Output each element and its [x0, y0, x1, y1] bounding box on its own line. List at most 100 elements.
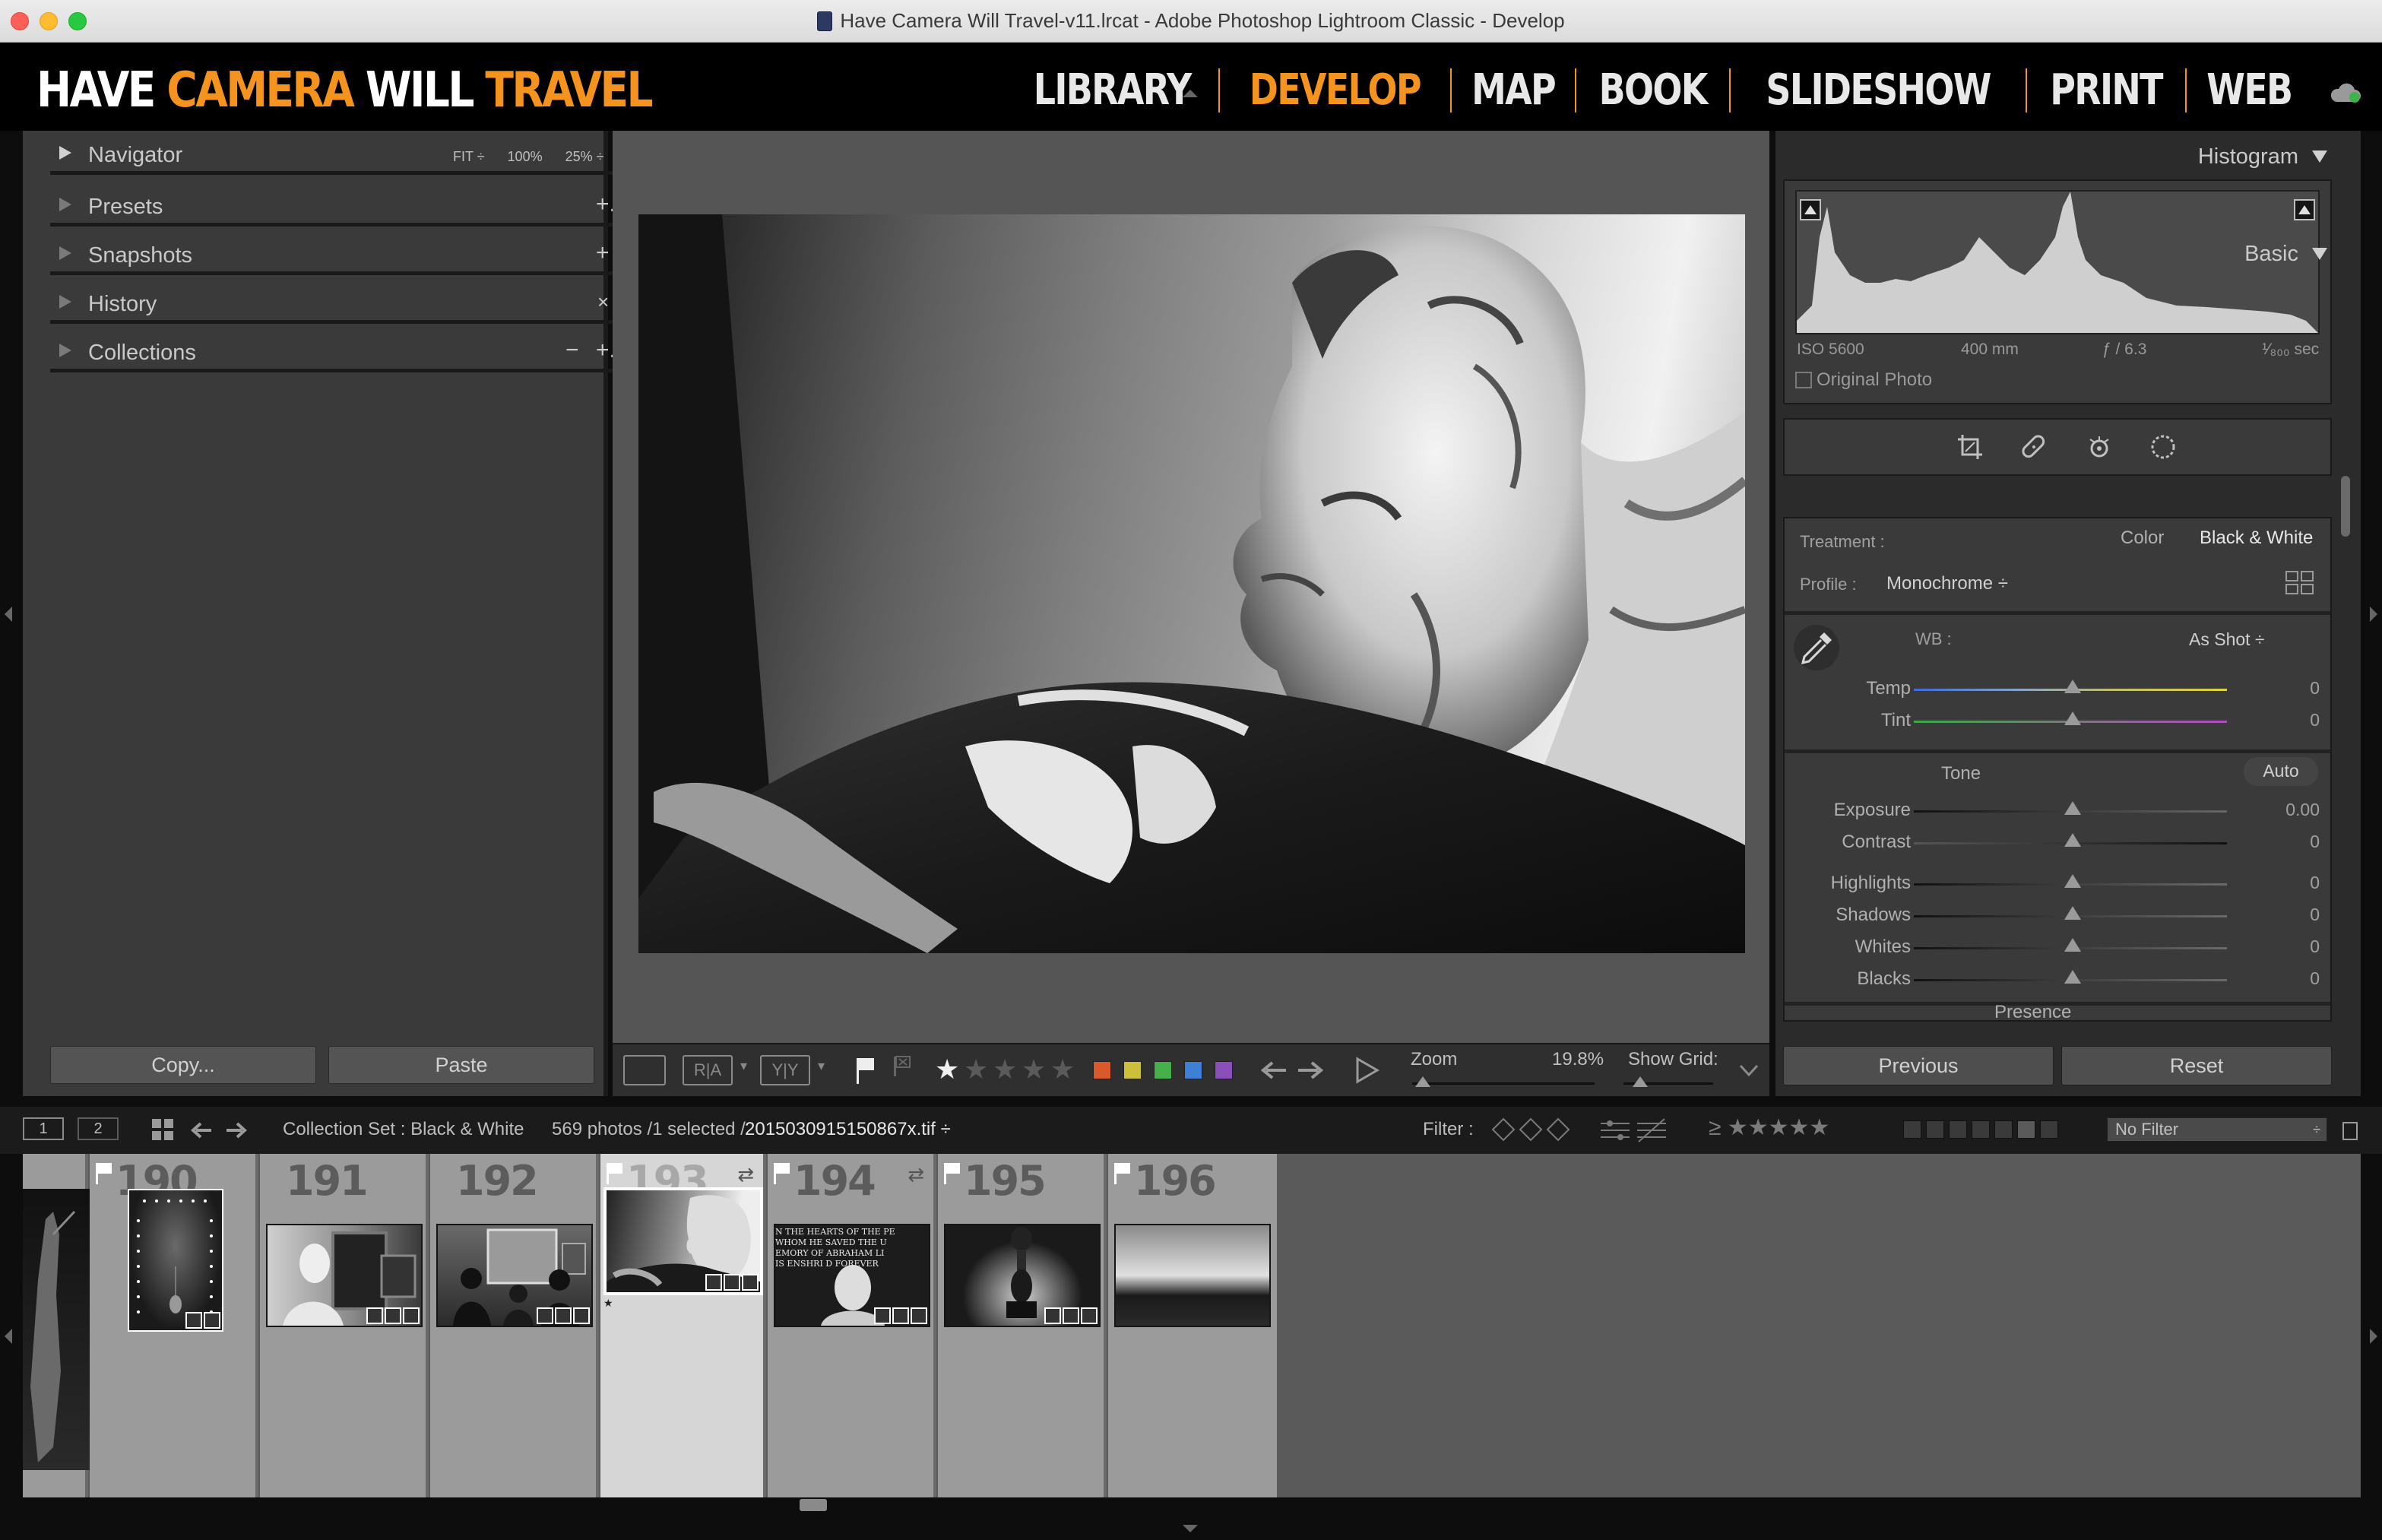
filmstrip-forward-arrow-icon[interactable]: [225, 1120, 248, 1140]
highlights-slider-thumb[interactable]: [2064, 874, 2081, 888]
highlights-slider[interactable]: [1914, 874, 2227, 888]
flag-icon[interactable]: [96, 1163, 112, 1184]
color-filter-red[interactable]: [1903, 1120, 1921, 1139]
snapshots-header[interactable]: Snapshots +: [50, 231, 626, 275]
color-label-red[interactable]: [1093, 1061, 1111, 1079]
highlights-value[interactable]: 0: [2310, 873, 2320, 893]
original-photo-toggle[interactable]: Original Photo: [1795, 369, 1932, 391]
temp-value[interactable]: 0: [2310, 678, 2320, 699]
filmstrip-cell[interactable]: 194 ⇄ N THE HEARTS OF THE PE WHOM HE SAV…: [768, 1154, 936, 1497]
filter-preset-select[interactable]: No Filter ÷: [2107, 1117, 2327, 1142]
white-balance-eyedropper-icon[interactable]: [1792, 623, 1841, 672]
module-develop[interactable]: DEVELOP: [1246, 65, 1423, 115]
presets-header[interactable]: Presets +.: [50, 182, 626, 227]
zoom-slider[interactable]: [1412, 1076, 1595, 1087]
module-book[interactable]: BOOK: [1596, 65, 1709, 115]
module-library[interactable]: LIBRARY: [1031, 65, 1193, 115]
color-filter-custom[interactable]: [2017, 1120, 2035, 1139]
zoom-slider-thumb[interactable]: [1415, 1076, 1431, 1087]
thumbnail[interactable]: [944, 1224, 1101, 1327]
navigator-header[interactable]: Navigator FIT ÷ 100% 25% ÷: [50, 131, 626, 175]
histogram-collapse-icon[interactable]: [2312, 151, 2327, 163]
tint-slider-thumb[interactable]: [2064, 711, 2081, 725]
color-label-yellow[interactable]: [1123, 1061, 1142, 1079]
thumbnail[interactable]: N THE HEARTS OF THE PE WHOM HE SAVED THE…: [774, 1224, 930, 1327]
filmstrip-cell[interactable]: 195: [938, 1154, 1107, 1497]
exposure-slider[interactable]: [1914, 801, 2227, 815]
rating-star-2[interactable]: ★: [964, 1054, 988, 1085]
reject-flag-icon[interactable]: [892, 1055, 912, 1078]
filmstrip-cell[interactable]: 191: [260, 1154, 429, 1497]
grid-slider-thumb[interactable]: [1633, 1076, 1648, 1087]
blacks-value[interactable]: 0: [2310, 968, 2320, 989]
basic-collapse-icon[interactable]: [2312, 248, 2327, 260]
rating-star-5[interactable]: ★: [1050, 1054, 1075, 1085]
module-slideshow[interactable]: SLIDESHOW: [1763, 65, 1993, 115]
filter-lock-icon[interactable]: [2342, 1122, 2358, 1140]
filmstrip-left-arrow-icon[interactable]: [5, 1329, 12, 1344]
secondary-window-button[interactable]: 2: [78, 1117, 119, 1140]
copy-button[interactable]: Copy...: [50, 1046, 316, 1084]
exposure-value[interactable]: 0.00: [2285, 800, 2320, 820]
flag-filter-icons[interactable]: [1490, 1116, 1573, 1143]
next-photo-arrow-icon[interactable]: [1297, 1060, 1324, 1081]
collections-header[interactable]: Collections − +.: [50, 328, 626, 372]
rating-star-3[interactable]: ★: [993, 1054, 1017, 1085]
module-map[interactable]: MAP: [1468, 65, 1557, 115]
flag-icon[interactable]: [1114, 1163, 1131, 1184]
color-label-green[interactable]: [1154, 1061, 1172, 1079]
highlight-clipping-icon[interactable]: [2294, 199, 2315, 220]
lincoln-statue-photo[interactable]: [638, 214, 1745, 953]
filmstrip-right-arrow-icon[interactable]: [2370, 1329, 2377, 1344]
reset-button[interactable]: Reset: [2061, 1046, 2332, 1085]
blacks-slider-thumb[interactable]: [2064, 970, 2081, 984]
selected-filename[interactable]: 2015030915150867x.tif ÷: [745, 1119, 951, 1140]
thumbnail[interactable]: [436, 1224, 593, 1327]
original-photo-checkbox[interactable]: [1795, 372, 1812, 388]
previous-photo-arrow-icon[interactable]: [1260, 1060, 1288, 1081]
color-label-purple[interactable]: [1215, 1061, 1233, 1079]
wb-select[interactable]: As Shot ÷: [2189, 629, 2265, 650]
profile-select[interactable]: Monochrome ÷: [1886, 573, 2008, 594]
toolbar-menu-chevron-icon[interactable]: [1739, 1064, 1759, 1076]
grid-view-icon[interactable]: [150, 1117, 175, 1142]
history-header[interactable]: History ×: [50, 280, 626, 324]
filmstrip-cell[interactable]: 192: [430, 1154, 599, 1497]
navigator-fit-option[interactable]: FIT ÷: [453, 149, 485, 165]
flag-icon[interactable]: [944, 1163, 961, 1184]
play-slideshow-icon[interactable]: [1354, 1057, 1380, 1084]
whites-value[interactable]: 0: [2310, 936, 2320, 957]
shadow-clipping-icon[interactable]: [1800, 199, 1821, 220]
whites-slider-thumb[interactable]: [2064, 938, 2081, 952]
shadows-value[interactable]: 0: [2310, 905, 2320, 925]
thumbnail[interactable]: [266, 1224, 423, 1327]
filmstrip-cell-partial[interactable]: [23, 1154, 103, 1497]
thumbnail[interactable]: [603, 1187, 763, 1295]
crop-tool-icon[interactable]: [1956, 433, 1984, 461]
healing-tool-icon[interactable]: [2020, 433, 2048, 461]
edit-filter-icons[interactable]: [1599, 1117, 1668, 1143]
rating-star-4[interactable]: ★: [1022, 1054, 1046, 1085]
masking-tool-icon[interactable]: [2148, 433, 2178, 461]
previous-settings-button[interactable]: Previous: [1783, 1046, 2054, 1085]
flag-icon[interactable]: [607, 1163, 623, 1184]
color-filter-none[interactable]: [2040, 1120, 2058, 1139]
filmstrip-cell[interactable]: 190: [90, 1154, 258, 1497]
collapse-filmstrip-icon[interactable]: [1183, 1525, 1198, 1532]
histogram-graph[interactable]: [1795, 190, 2320, 334]
tint-value[interactable]: 0: [2310, 710, 2320, 730]
flag-icon[interactable]: [774, 1163, 790, 1184]
filmstrip-cell-selected[interactable]: 193 ⇄ ★: [600, 1154, 766, 1497]
grid-slider[interactable]: [1623, 1076, 1713, 1087]
color-filter-yellow[interactable]: [1926, 1120, 1944, 1139]
before-after-menu-icon[interactable]: ▾: [740, 1058, 747, 1074]
profile-browser-grid-icon[interactable]: [2285, 570, 2315, 596]
thumbnail[interactable]: [128, 1189, 223, 1332]
color-filter-green[interactable]: [1949, 1120, 1967, 1139]
rating-filter[interactable]: ≥ ★★★★★: [1709, 1114, 1829, 1141]
right-panel-scrollbar[interactable]: [2341, 476, 2350, 537]
contrast-value[interactable]: 0: [2310, 832, 2320, 852]
cloud-sync-icon[interactable]: [2329, 82, 2362, 103]
main-window-button[interactable]: 1: [23, 1117, 64, 1140]
add-snapshot-icon[interactable]: +: [596, 240, 610, 266]
